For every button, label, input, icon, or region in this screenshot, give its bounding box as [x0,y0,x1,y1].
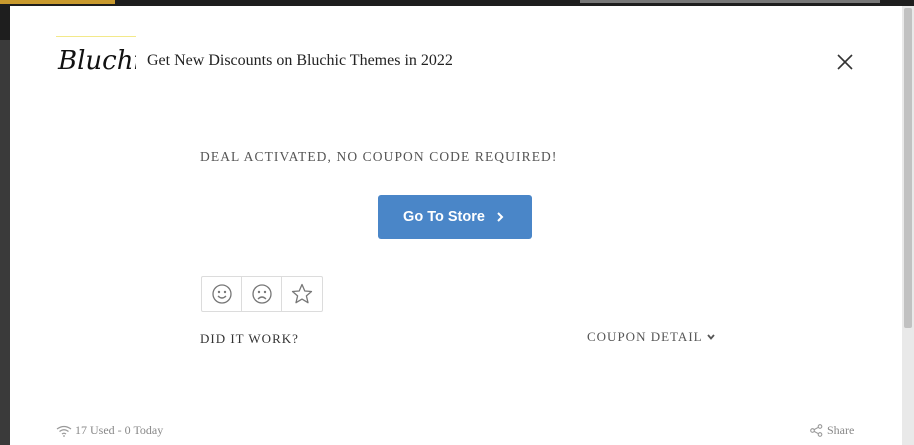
go-to-store-button[interactable]: Go To Store [378,195,532,239]
did-it-work-label: DID IT WORK? [200,331,299,346]
share-label: Share [827,423,855,437]
favorite-button[interactable] [282,276,322,312]
coupon-modal: Bluchic Get New Discounts on Bluchic The… [10,6,902,445]
did-not-work-button[interactable] [242,276,282,312]
backdrop-bar [580,0,880,3]
usage-text: 17 Used - 0 Today [75,423,164,437]
smile-icon [211,284,232,304]
usage-stats: 17 Used - 0 Today [56,423,163,438]
share-button[interactable]: Share [810,423,854,438]
wifi-icon [56,425,72,437]
page-backdrop-left [0,40,10,445]
go-to-store-label: Go To Store [403,209,485,225]
star-icon [291,283,313,304]
close-icon [837,54,853,70]
worked-button[interactable] [202,276,242,312]
modal-title: Get New Discounts on Bluchic Themes in 2… [147,52,453,69]
brand-logo: Bluchic [56,36,136,79]
chevron-right-icon [497,212,504,222]
sad-icon [251,284,272,304]
share-icon [810,424,823,437]
coupon-detail-toggle[interactable]: COUPON DETAIL [587,329,716,345]
deal-message: DEAL ACTIVATED, NO COUPON CODE REQUIRED! [200,149,558,164]
scrollbar-thumb[interactable] [904,8,912,328]
chevron-down-icon [706,334,715,340]
bluchic-logo-image: Bluchic [57,46,136,76]
backdrop-accent [0,0,115,4]
close-button[interactable] [833,50,857,74]
modal-scrollbar[interactable] [902,6,914,445]
svg-text:Bluchic: Bluchic [57,46,136,76]
coupon-detail-label: COUPON DETAIL [587,329,703,344]
feedback-buttons [201,276,323,312]
